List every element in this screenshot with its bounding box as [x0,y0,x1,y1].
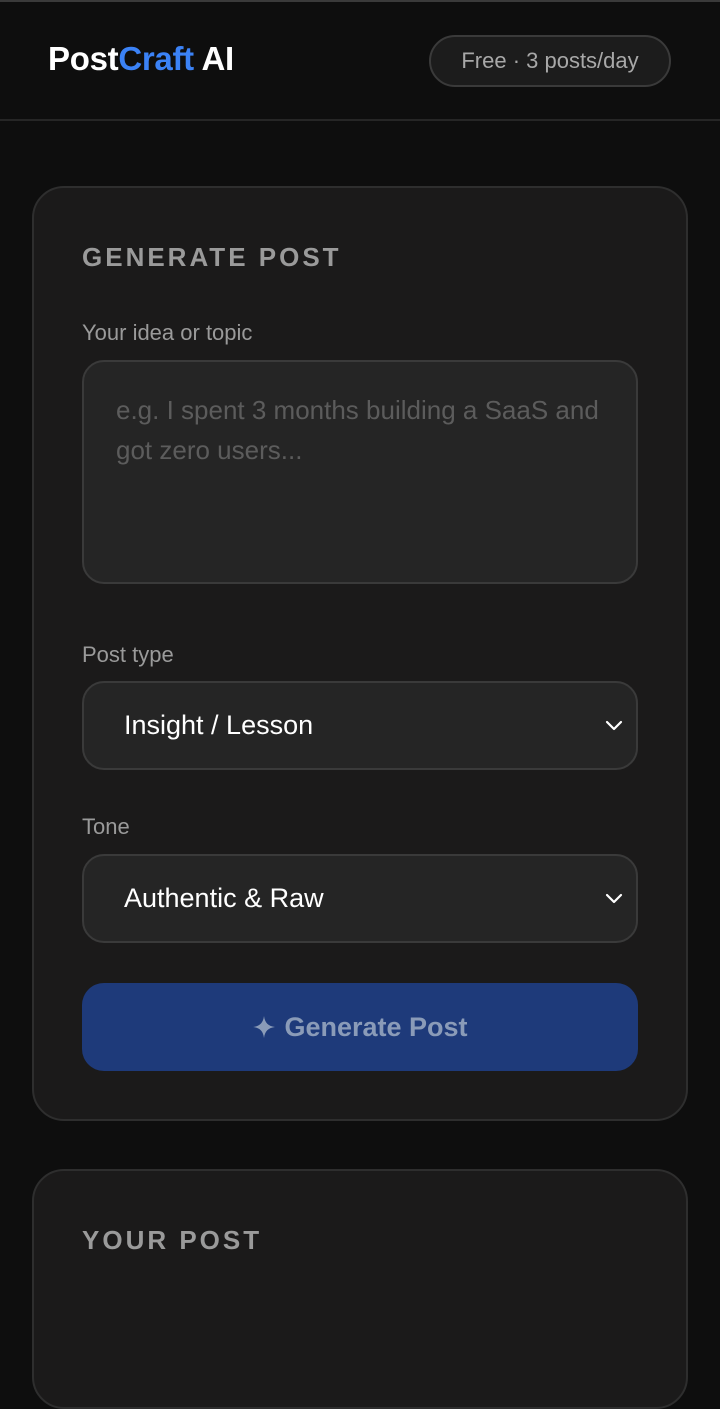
chevron-down-icon [605,893,623,904]
post-type-selected-value: Insight / Lesson [124,710,314,740]
tone-selected-value: Authentic & Raw [124,883,324,913]
logo-text-post: Post [48,40,119,77]
logo-text-ai: AI [193,40,234,77]
generate-post-card: GENERATE POST Your idea or topic Post ty… [32,186,688,1121]
idea-input[interactable] [82,360,638,584]
generate-post-button[interactable]: Generate Post [82,983,638,1071]
tone-select[interactable]: Authentic & Raw [82,854,638,943]
idea-label: Your idea or topic [82,320,253,345]
plan-badge: Free · 3 posts/day [429,35,671,87]
tone-label: Tone [82,814,130,839]
logo-text-craft: Craft [118,40,194,77]
post-type-select[interactable]: Insight / Lesson [82,681,638,770]
output-section-title: YOUR POST [82,1225,263,1255]
app-header: PostCraft AI Free · 3 posts/day [0,2,720,121]
your-post-card: YOUR POST [32,1169,688,1409]
post-type-label: Post type [82,642,174,667]
chevron-down-icon [605,720,623,731]
generate-section-title: GENERATE POST [82,242,342,272]
generate-button-label: Generate Post [284,1011,468,1042]
sparkle-icon [253,1016,276,1038]
app-logo[interactable]: PostCraft AI [48,40,234,78]
